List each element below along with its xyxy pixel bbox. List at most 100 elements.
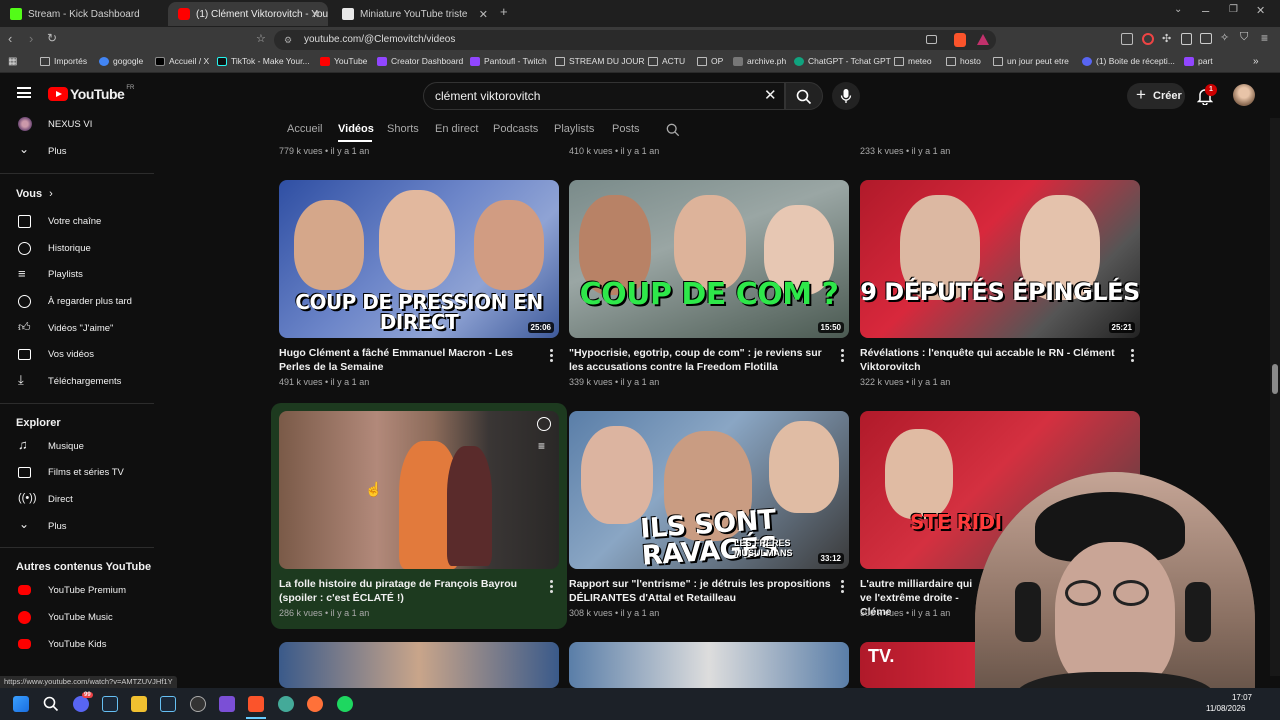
brave-icon[interactable] <box>248 696 264 712</box>
tab-posts[interactable]: Posts <box>612 123 640 135</box>
video-thumbnail[interactable]: ≡ <box>279 411 559 569</box>
watch-later-icon[interactable] <box>537 417 551 431</box>
windows-start-icon[interactable] <box>13 696 29 712</box>
video-thumbnail[interactable]: 9 DÉPUTÉS ÉPINGLÉS 25:21 <box>860 180 1140 338</box>
app-icon[interactable] <box>219 696 235 712</box>
puzzle-icon[interactable]: ✣ <box>1162 32 1171 45</box>
sidebar-item-plus-explorer[interactable]: ⌄ Plus <box>0 513 156 539</box>
video-thumbnail[interactable]: COUP DE COM ? 15:50 <box>569 180 849 338</box>
search-input[interactable]: clément viktorovitch ✕ <box>423 82 785 110</box>
bookmark-folder[interactable]: STREAM DU JOUR <box>555 56 645 66</box>
file-explorer-icon[interactable] <box>131 696 147 712</box>
sidebar-item-playlists[interactable]: ≡ Playlists <box>0 261 156 287</box>
tab-podcasts[interactable]: Podcasts <box>493 123 538 135</box>
chrome-icon[interactable] <box>278 696 294 712</box>
browser-tab-miniature[interactable]: Miniature YouTube triste ✕ <box>332 2 496 26</box>
discord-icon[interactable] <box>73 696 89 712</box>
tab-videos[interactable]: Vidéos <box>338 123 374 135</box>
forward-icon[interactable]: › <box>29 31 33 46</box>
extension-icon[interactable] <box>1121 33 1133 45</box>
bookmark-item[interactable]: gogogle <box>99 56 143 66</box>
more-options-icon[interactable] <box>841 349 845 364</box>
video-thumbnail[interactable]: COUP DE PRESSION EN DIRECT 25:06 <box>279 180 559 338</box>
more-bookmarks-icon[interactable]: » <box>1253 56 1259 67</box>
brave-rewards-icon[interactable] <box>977 34 989 45</box>
sidebar-item-videos-jaime[interactable]: 👍︎ Vidéos "J'aime" <box>0 315 156 341</box>
more-options-icon[interactable] <box>1131 349 1135 364</box>
bookmark-item[interactable]: part <box>1184 56 1213 66</box>
reload-icon[interactable]: ↻ <box>47 31 57 45</box>
bookmark-star-icon[interactable]: ☆ <box>256 32 266 45</box>
leo-ai-icon[interactable]: ✧ <box>1220 31 1229 44</box>
sidebar-toggle-icon[interactable] <box>1181 33 1192 45</box>
browser-tab-youtube[interactable]: (1) Clément Viktorovitch - YouTu ✕ <box>168 2 328 26</box>
maximize-icon[interactable]: ❐ <box>1229 4 1238 15</box>
bookmark-folder[interactable]: Importés <box>40 56 87 66</box>
channel-search-icon[interactable] <box>666 123 680 137</box>
sidebar-item-youtube-kids[interactable]: YouTube Kids <box>0 631 156 657</box>
sidebar-section-vous[interactable]: Vous › <box>16 188 53 200</box>
add-to-queue-icon[interactable]: ≡ <box>538 439 545 453</box>
close-tab-icon[interactable]: ✕ <box>311 8 320 21</box>
url-field[interactable]: ⚙ youtube.com/@Clemovitch/videos <box>274 30 996 50</box>
video-thumbnail[interactable] <box>569 642 849 688</box>
sidebar-item-plus[interactable]: ⌄ Plus <box>0 138 156 164</box>
sidebar-item-a-regarder-plus-tard[interactable]: À regarder plus tard <box>0 288 156 314</box>
more-options-icon[interactable] <box>550 580 554 595</box>
video-title[interactable]: Révélations : l'enquête qui accable le R… <box>860 346 1122 374</box>
video-title[interactable]: La folle histoire du piratage de Françoi… <box>279 577 541 605</box>
search-button[interactable] <box>785 82 823 110</box>
menu-icon[interactable]: ≡ <box>1261 31 1268 45</box>
page-scrollbar[interactable] <box>1270 118 1280 676</box>
bookmark-folder[interactable]: meteo <box>894 56 932 66</box>
sidebar-item-votre-chaine[interactable]: Votre chaîne <box>0 208 156 234</box>
wallet-icon[interactable] <box>1200 33 1212 44</box>
sidebar-item-youtube-premium[interactable]: YouTube Premium <box>0 577 156 603</box>
video-title[interactable]: "Hypocrisie, egotrip, coup de com" : je … <box>569 346 831 374</box>
apps-grid-icon[interactable]: ▦ <box>8 56 17 67</box>
sidebar-item-films[interactable]: Films et séries TV <box>0 459 156 485</box>
sidebar-item-youtube-music[interactable]: YouTube Music <box>0 604 156 630</box>
sidebar-item-telechargements[interactable]: ⤓ Téléchargements <box>0 368 156 394</box>
close-tab-icon[interactable]: ✕ <box>479 8 488 21</box>
sidebar-item-vos-videos[interactable]: Vos vidéos <box>0 341 156 367</box>
bookmark-folder[interactable]: OP <box>697 56 723 66</box>
spotify-icon[interactable] <box>337 696 353 712</box>
video-thumbnail[interactable]: ILS SONT RAVAGÉS LES FRÈRES MUSULMANS 33… <box>569 411 849 569</box>
clear-search-icon[interactable]: ✕ <box>764 83 777 109</box>
cast-icon[interactable] <box>926 35 937 44</box>
search-icon[interactable] <box>43 696 59 712</box>
tab-playlists[interactable]: Playlists <box>554 123 594 135</box>
sidebar-item-direct[interactable]: ((•)) Direct <box>0 486 156 512</box>
sidebar-item-musique[interactable]: ♫ Musique <box>0 433 156 459</box>
more-options-icon[interactable] <box>841 580 845 595</box>
tab-list-icon[interactable]: ⌄ <box>1174 4 1182 15</box>
video-title[interactable]: Hugo Clément a fâché Emmanuel Macron - L… <box>279 346 541 374</box>
bookmark-item[interactable]: YouTube <box>320 56 367 66</box>
bookmark-folder[interactable]: hosto <box>946 56 981 66</box>
youtube-logo[interactable]: YouTube FR <box>48 85 134 102</box>
vpn-shield-icon[interactable]: ⛉ <box>1240 31 1248 44</box>
close-window-icon[interactable]: ✕ <box>1256 4 1265 17</box>
brave-shield-icon[interactable] <box>954 33 966 47</box>
bookmark-item[interactable]: Accueil / X <box>155 56 209 66</box>
bookmark-item[interactable]: TikTok - Make Your... <box>217 56 310 66</box>
site-info-icon[interactable]: ⚙ <box>284 30 292 50</box>
hamburger-menu-icon[interactable] <box>17 87 31 98</box>
tab-accueil[interactable]: Accueil <box>287 123 322 135</box>
video-title[interactable]: Rapport sur "l'entrisme" : je détruis le… <box>569 577 831 605</box>
bookmark-item[interactable]: archive.ph <box>733 56 786 66</box>
bookmark-item[interactable]: (1) Boite de récepti... <box>1082 56 1175 66</box>
tab-en-direct[interactable]: En direct <box>435 123 478 135</box>
sidebar-item-subscription[interactable]: NEXUS VI <box>0 111 156 137</box>
back-icon[interactable]: ‹ <box>8 31 12 46</box>
steam-icon[interactable] <box>160 696 176 712</box>
tab-shorts[interactable]: Shorts <box>387 123 419 135</box>
more-options-icon[interactable] <box>550 349 554 364</box>
bookmark-item[interactable]: Creator Dashboard <box>377 56 463 66</box>
create-button[interactable]: + Créer <box>1127 83 1185 109</box>
account-avatar[interactable] <box>1233 84 1255 106</box>
browser-tab-kick[interactable]: Stream - Kick Dashboard <box>0 2 164 26</box>
voice-search-button[interactable] <box>832 82 860 110</box>
bookmark-folder[interactable]: ACTU <box>648 56 685 66</box>
